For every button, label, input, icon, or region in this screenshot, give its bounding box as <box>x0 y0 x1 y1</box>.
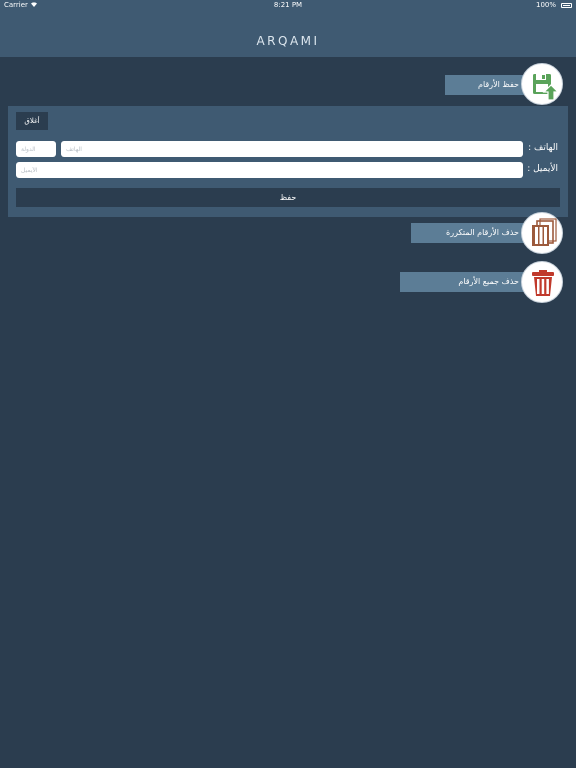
save-numbers-icon-button[interactable] <box>521 63 563 105</box>
floppy-disk-icon <box>533 74 560 101</box>
delete-all-icon-button[interactable] <box>521 261 563 303</box>
save-button[interactable]: حفظ <box>16 188 560 207</box>
delete-duplicates-button[interactable]: حذف الأرقام المتكررة <box>411 223 525 243</box>
email-label: الأيميل : <box>527 164 558 174</box>
clock: 8:21 PM <box>273 1 303 9</box>
delete-duplicates-icon-button[interactable] <box>521 212 563 254</box>
navigation-bar: ARQAMI <box>0 12 576 57</box>
email-input[interactable] <box>16 162 523 178</box>
country-code-input[interactable] <box>16 141 56 157</box>
status-bar: Carrier 8:21 PM 100% <box>0 0 576 12</box>
phone-input[interactable] <box>61 141 523 157</box>
trash-can-icon <box>532 270 554 296</box>
battery-icon <box>561 3 572 8</box>
battery-percent: 100% <box>535 1 556 9</box>
save-numbers-button[interactable]: حفظ الأرقام <box>445 75 525 95</box>
close-form-button[interactable]: أغلاق <box>16 112 48 130</box>
delete-all-button[interactable]: حذف جميع الأرقام <box>400 272 525 292</box>
stacked-trash-icon <box>532 218 557 246</box>
phone-label: الهاتف : <box>528 143 558 153</box>
app-title: ARQAMI <box>256 34 320 48</box>
